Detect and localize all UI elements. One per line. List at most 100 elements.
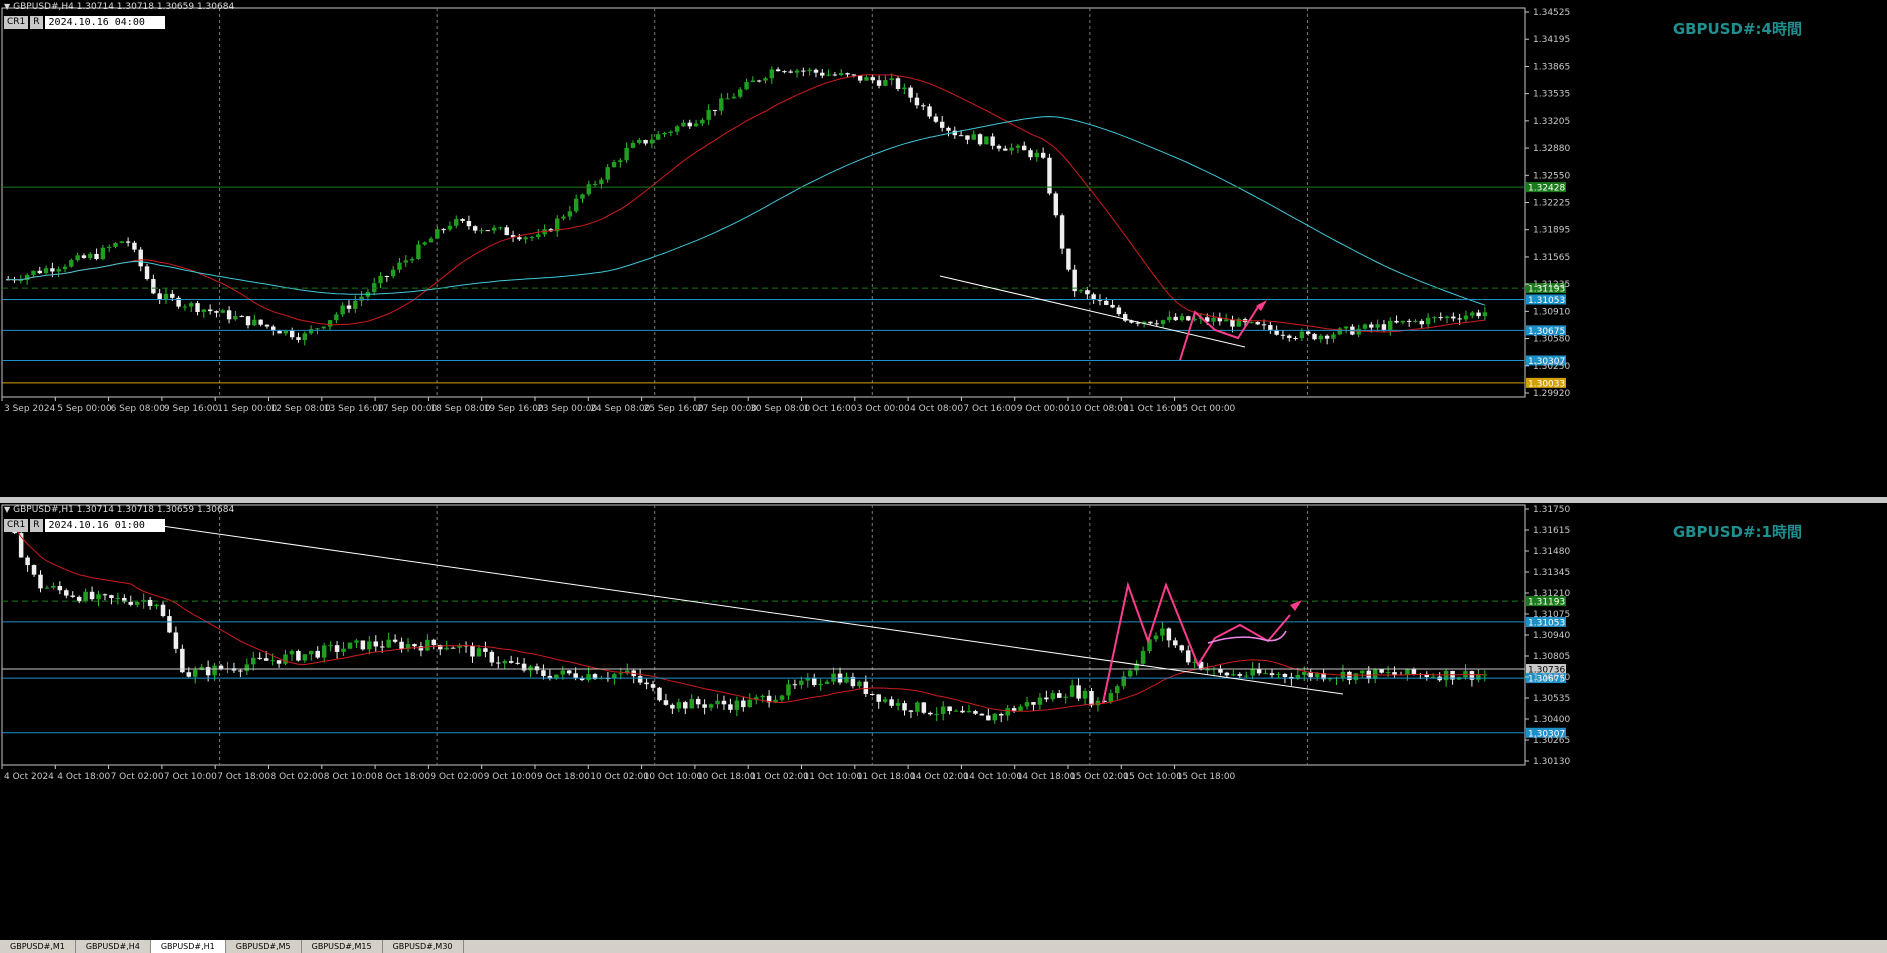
h4-r-button[interactable]: R — [30, 16, 43, 29]
candle-body — [44, 587, 50, 589]
y-tick-label: 1.31750 — [1533, 505, 1570, 515]
candle-body — [1243, 675, 1249, 677]
candle-body — [1022, 145, 1027, 151]
candle-body — [986, 715, 991, 721]
candle-body — [996, 145, 1002, 149]
candle-body — [1282, 674, 1288, 677]
candle-body — [341, 648, 346, 652]
candle-body — [128, 601, 134, 605]
candle-body — [1018, 706, 1023, 711]
candle-body — [258, 319, 263, 325]
candle-body — [425, 639, 430, 651]
candle-body — [738, 89, 743, 97]
candle-body — [106, 246, 112, 248]
chart-tab[interactable]: GBPUSD#,M15 — [302, 940, 383, 953]
x-tick-label: 11 Oct 10:00 — [804, 772, 863, 782]
h4-chart-pane[interactable]: 1.32428 1.31193 1.31053 1.30675 1.30307 1.300… — [0, 0, 1887, 497]
candle-body — [205, 667, 211, 676]
candle-body — [1388, 320, 1393, 330]
y-tick-label: 1.31480 — [1533, 547, 1570, 557]
candle-body — [1314, 673, 1320, 678]
candle-body — [1360, 670, 1365, 674]
candle-body — [1069, 685, 1075, 697]
chart-tab[interactable]: GBPUSD#,M5 — [226, 940, 302, 953]
candle-body — [637, 139, 642, 143]
h4-date-input[interactable]: 2024.10.16 04:00 — [44, 16, 165, 29]
candle-body — [624, 147, 629, 161]
candle-body — [695, 698, 701, 705]
y-tick-label: 1.30130 — [1533, 757, 1570, 767]
y-tick-label: 1.32225 — [1533, 199, 1570, 209]
collapse-triangle-icon[interactable]: ▼ — [4, 2, 10, 11]
h1-chart-canvas[interactable]: 1.311931.310531.307361.306751.303071.317… — [0, 503, 1887, 940]
chart-tab[interactable]: GBPUSD#,H1 — [150, 940, 226, 953]
candle-body — [360, 640, 366, 650]
chart-tab[interactable]: GBPUSD#,H4 — [76, 940, 151, 953]
candle-body — [826, 74, 831, 76]
candle-body — [309, 650, 314, 655]
candle-body — [125, 241, 131, 243]
y-tick-label: 1.31895 — [1533, 226, 1570, 236]
h4-cr-button[interactable]: CR1 — [4, 16, 29, 29]
candle-body — [725, 98, 730, 100]
x-tick-label: 4 Oct 2024 — [4, 772, 54, 782]
candle-body — [239, 316, 244, 318]
collapse-triangle-icon[interactable]: ▼ — [4, 505, 10, 514]
candle-body — [998, 713, 1004, 716]
candle-body — [914, 97, 920, 106]
candle-body — [354, 640, 359, 643]
candle-body — [1015, 145, 1021, 148]
y-tick-label: 1.31075 — [1533, 610, 1570, 620]
candle-body — [1160, 320, 1166, 325]
candle-body — [958, 135, 964, 137]
candle-body — [1362, 324, 1368, 329]
candle-body — [1005, 708, 1010, 716]
candle-body — [491, 227, 497, 231]
candle-body — [154, 604, 159, 606]
h1-chart-pane[interactable]: 1.31193 1.31053 1.30736 1.30675 1.30307 1.317… — [0, 503, 1887, 940]
candle-body — [1476, 674, 1481, 680]
candle-body — [895, 78, 901, 89]
candle-body — [681, 122, 686, 127]
candle-body — [1287, 335, 1292, 339]
x-tick-label: 9 Oct 02:00 — [430, 772, 483, 782]
candle-body — [252, 319, 257, 326]
candle-body — [384, 275, 390, 277]
candle-body — [863, 681, 869, 694]
price-tag-label: 1.32428 — [1528, 184, 1565, 194]
candle-body — [207, 309, 213, 312]
candle-body — [167, 616, 172, 633]
candle-body — [895, 703, 901, 706]
projection-zigzag — [1179, 303, 1261, 361]
h1-symbol-info: ▼ GBPUSD#,H1 1.30714 1.30718 1.30659 1.30… — [4, 505, 234, 515]
h1-r-button[interactable]: R — [30, 519, 43, 532]
candle-body — [276, 660, 282, 664]
candle-body — [163, 293, 169, 299]
candle-body — [655, 134, 661, 140]
chart-tab[interactable]: GBPUSD#,M1 — [0, 940, 76, 953]
h1-cr-button[interactable]: CR1 — [4, 519, 29, 532]
x-tick-label: 15 Oct 18:00 — [1177, 772, 1236, 782]
candle-body — [94, 253, 99, 259]
candle-body — [346, 305, 352, 309]
candle-body — [367, 641, 372, 650]
candle-body — [1463, 315, 1469, 320]
candle-body — [782, 71, 787, 73]
candle-body — [1011, 708, 1017, 711]
candle-body — [953, 710, 959, 712]
candle-body — [113, 242, 118, 247]
h4-date-control: CR1 R 2024.10.16 04:00 — [4, 16, 165, 29]
candle-body — [186, 672, 192, 677]
candle-body — [1082, 691, 1088, 699]
candle-body — [56, 269, 61, 272]
candle-body — [662, 132, 667, 135]
candle-body — [1470, 312, 1475, 316]
h4-chart-canvas[interactable]: 1.324281.311931.310531.306751.303071.300… — [0, 0, 1887, 497]
candle-body — [1009, 147, 1014, 151]
x-tick-label: 24 Sep 08:00 — [590, 404, 650, 414]
x-tick-label: 27 Sep 00:00 — [697, 404, 757, 414]
y-tick-label: 1.31210 — [1533, 589, 1570, 599]
h1-date-input[interactable]: 2024.10.16 01:00 — [44, 519, 165, 532]
chart-tab[interactable]: GBPUSD#,M30 — [383, 940, 464, 953]
candle-body — [818, 683, 823, 686]
